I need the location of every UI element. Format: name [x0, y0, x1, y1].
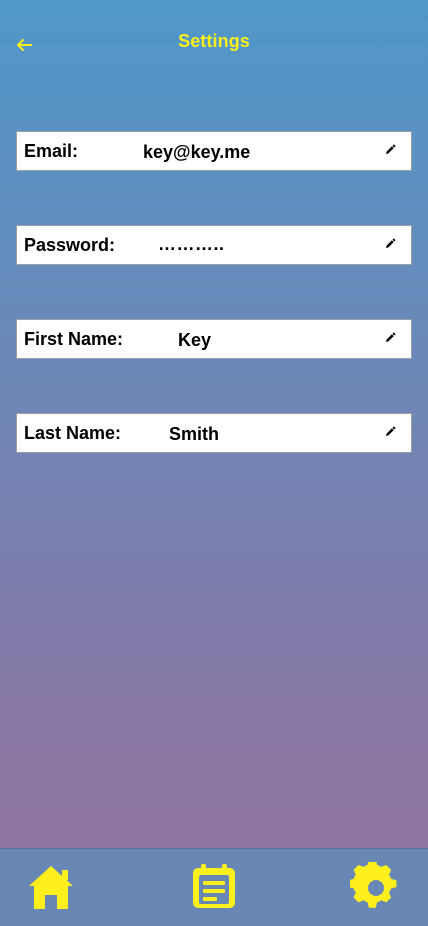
notes-icon — [193, 864, 235, 908]
page-title: Settings — [178, 31, 250, 51]
email-value: key@key.me — [143, 142, 251, 162]
password-value: ……….. — [158, 234, 225, 254]
edit-pencil-icon — [386, 426, 396, 436]
settings-screen: Settings Email: key@key.me Password: ………… — [0, 0, 428, 926]
email-setting-row: Email: key@key.me — [16, 131, 412, 171]
edit-pencil-icon — [386, 238, 396, 248]
edit-password-button[interactable] — [383, 237, 397, 251]
home-nav-button[interactable] — [25, 862, 77, 914]
password-setting-row: Password: ……….. — [16, 225, 412, 265]
first-name-value: Key — [178, 330, 212, 350]
edit-email-button[interactable] — [383, 143, 397, 157]
password-label: Password: — [24, 235, 116, 255]
email-label: Email: — [24, 141, 79, 161]
first-name-label: First Name: — [24, 329, 124, 349]
last-name-value: Smith — [169, 424, 220, 444]
first-name-setting-row: First Name: Key — [16, 319, 412, 359]
edit-last-name-button[interactable] — [383, 425, 397, 439]
last-name-setting-row: Last Name: Smith — [16, 413, 412, 453]
edit-pencil-icon — [386, 332, 396, 342]
edit-first-name-button[interactable] — [383, 331, 397, 345]
home-icon — [29, 866, 73, 909]
last-name-label: Last Name: — [24, 423, 122, 443]
settings-nav-button[interactable] — [350, 862, 402, 914]
notes-nav-button[interactable] — [188, 862, 240, 914]
bottom-navigation — [0, 848, 428, 926]
settings-icon — [350, 862, 397, 908]
edit-pencil-icon — [386, 144, 396, 154]
